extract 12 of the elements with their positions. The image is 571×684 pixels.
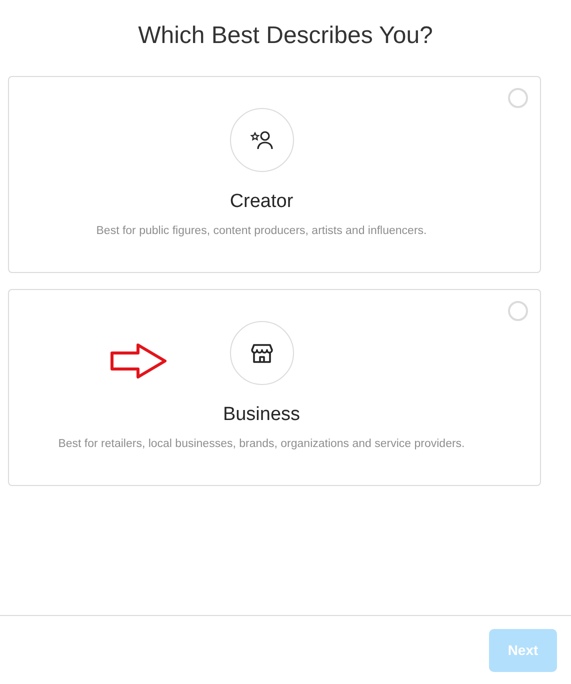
option-label: Business bbox=[222, 404, 300, 426]
option-description: Best for public figures, content producers, artists and influencers. bbox=[96, 225, 427, 237]
option-description: Best for retailers, local businesses, brands, organizations and service providers. bbox=[58, 438, 465, 450]
option-card[interactable]: Business Best for retailers, local businesses, brands, organizations and service providers. bbox=[8, 289, 541, 486]
option-card[interactable]: Creator Best for public figures, content producers, artists and influencers. bbox=[8, 76, 541, 273]
option-label: Creator bbox=[230, 191, 294, 213]
arrow-icon bbox=[110, 342, 168, 380]
radio-button[interactable] bbox=[508, 301, 528, 321]
storefront-icon bbox=[250, 342, 272, 364]
page-title: Which Best Describes You? bbox=[137, 22, 434, 50]
radio-button[interactable] bbox=[508, 88, 528, 108]
person-star-icon bbox=[250, 129, 274, 151]
